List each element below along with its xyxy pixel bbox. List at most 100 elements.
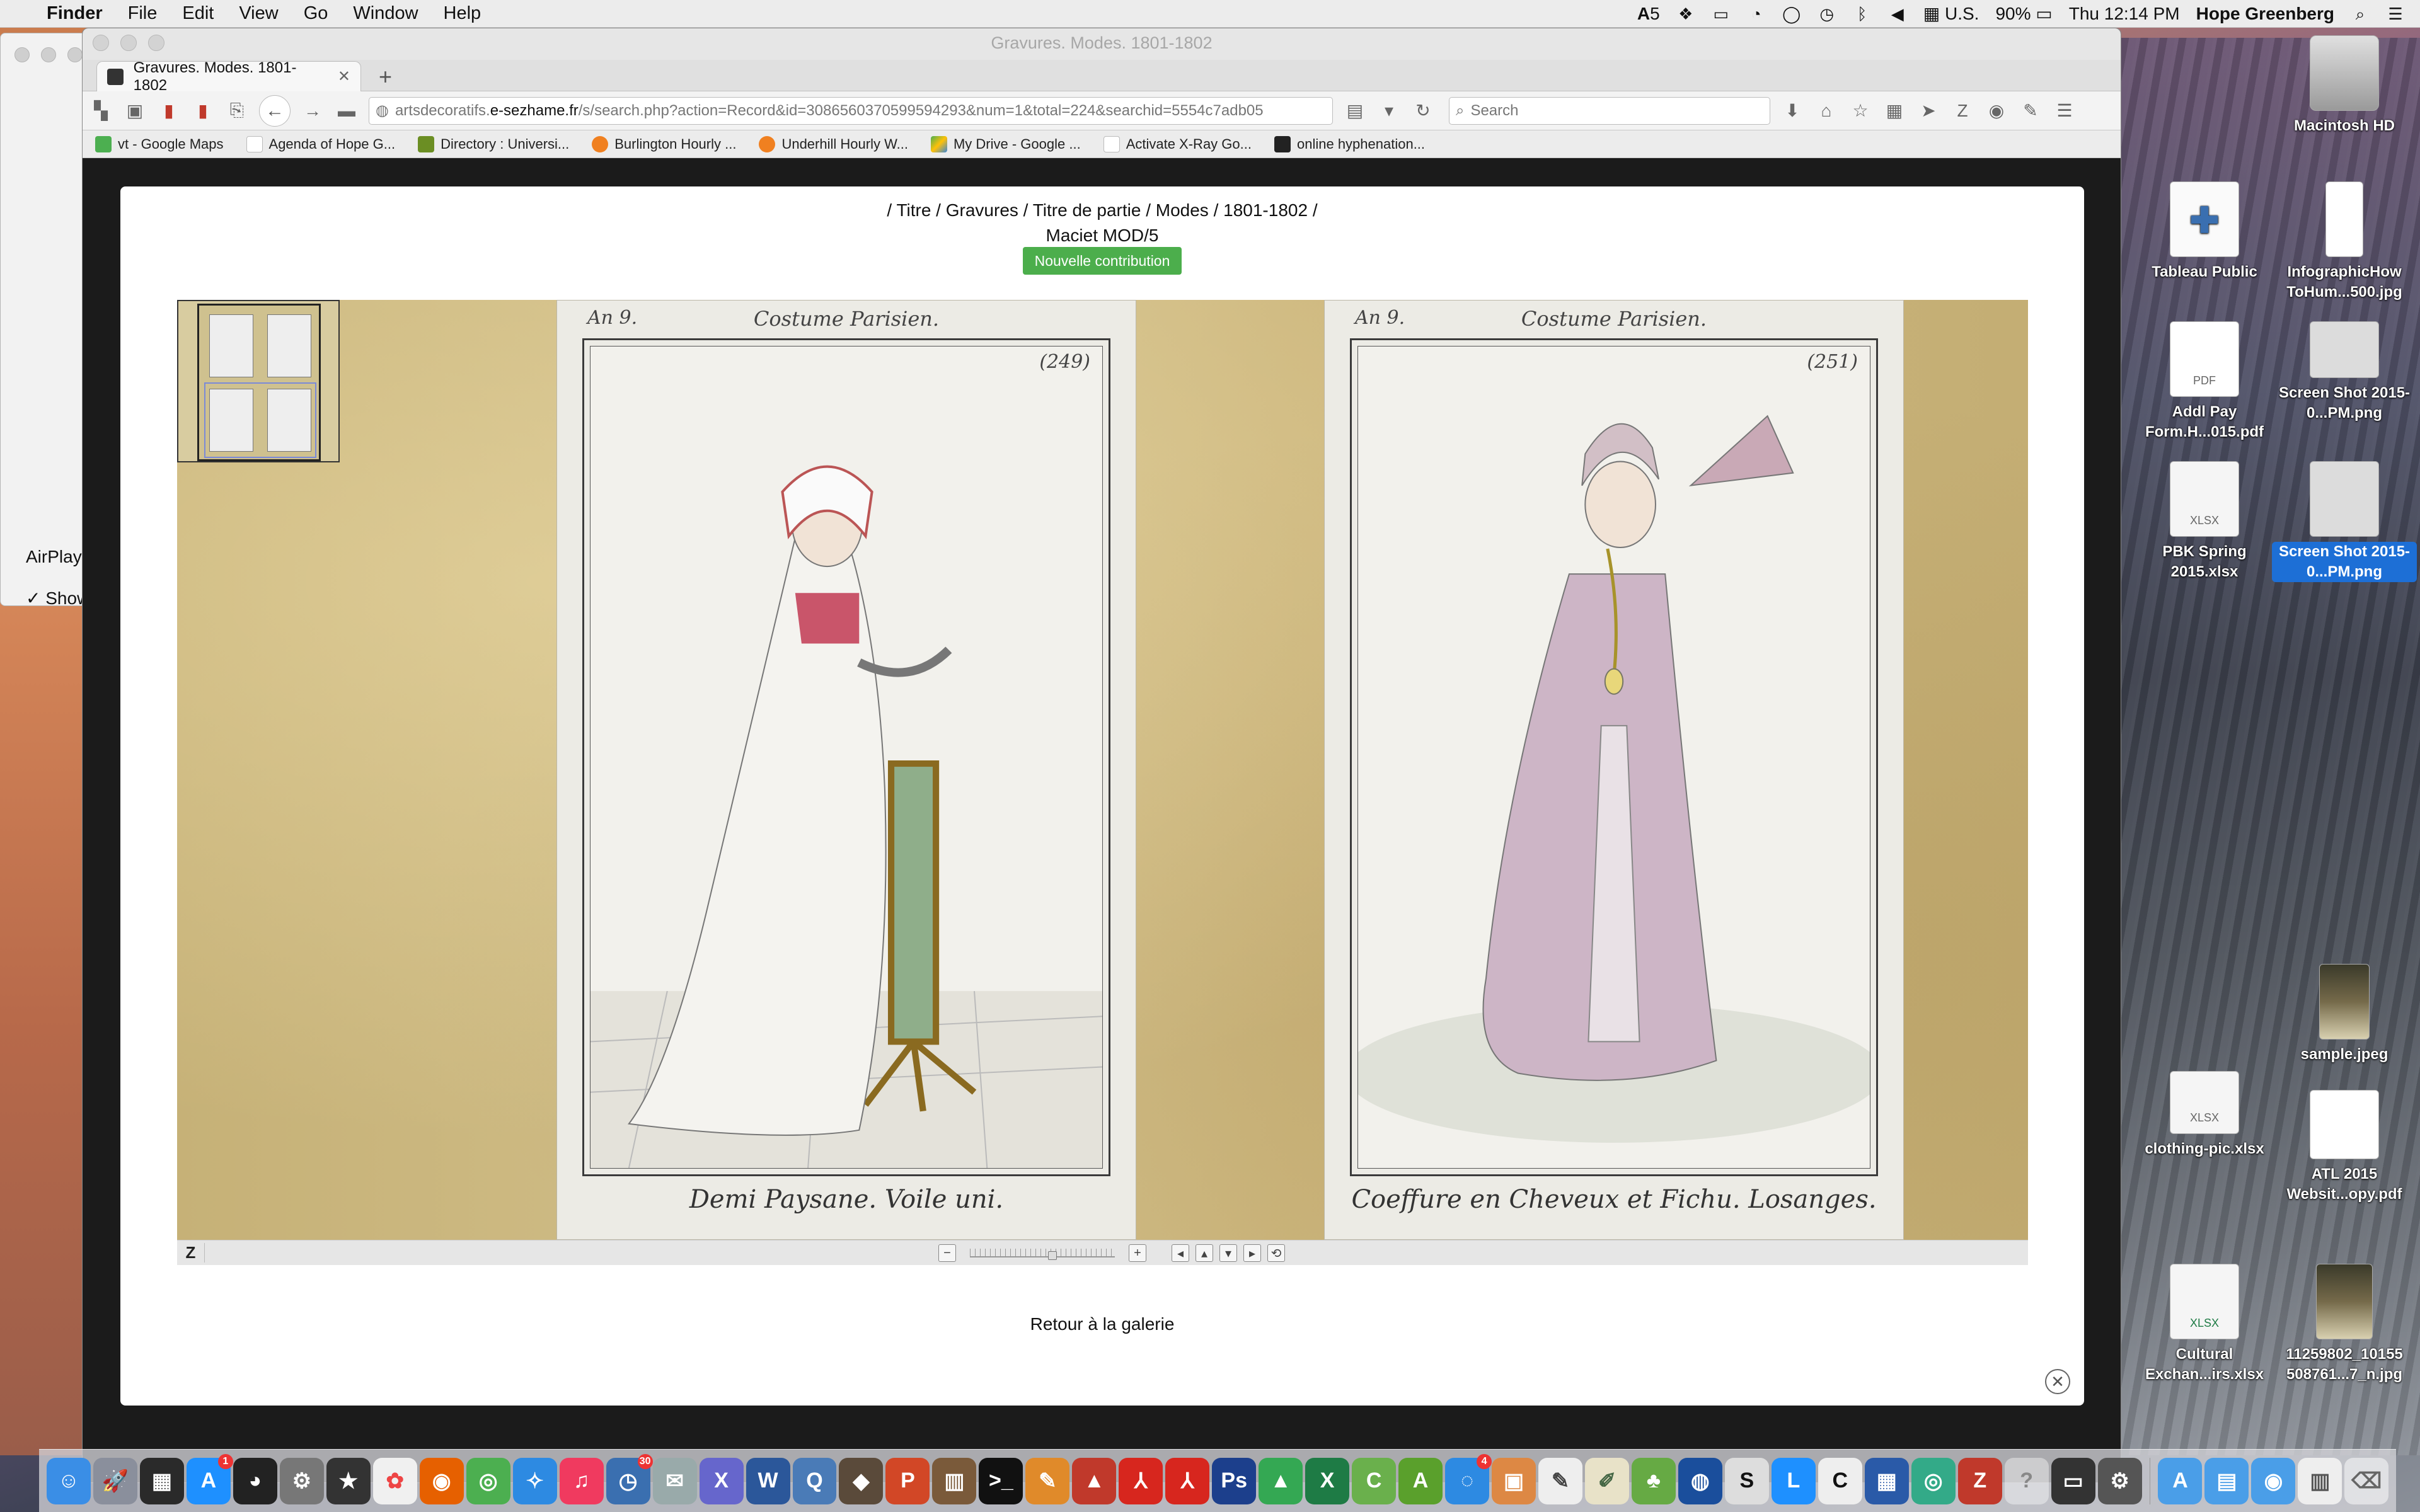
downloads-folder-icon[interactable]: ◉ xyxy=(2251,1457,2296,1504)
back-to-gallery-link[interactable]: Retour à la galerie xyxy=(120,1314,2084,1334)
desktop-icon-infographic[interactable]: InfographicHow ToHum...500.jpg xyxy=(2272,181,2417,302)
zoom-slider-knob[interactable] xyxy=(1048,1251,1057,1260)
calendar-icon[interactable]: ◷ 30 xyxy=(606,1453,653,1504)
turtle-icon[interactable]: ◆ xyxy=(839,1457,884,1504)
menu-edit[interactable]: Edit xyxy=(182,3,214,24)
word-icon[interactable]: W xyxy=(746,1457,790,1504)
notification-center-icon[interactable]: ☰ xyxy=(2386,6,2405,22)
navigator-viewport[interactable] xyxy=(197,304,321,461)
zoom-in-button[interactable]: + xyxy=(1129,1244,1146,1262)
acrobat-pro-icon[interactable]: ⅄ xyxy=(1165,1457,1210,1504)
pages-icon[interactable]: ✎ xyxy=(1025,1457,1070,1504)
zoom-slider[interactable] xyxy=(970,1249,1115,1260)
desktop-icon-addl-pay-pdf[interactable]: PDF Addl Pay Form.H...015.pdf xyxy=(2132,321,2277,442)
download-icon[interactable]: ⬇ xyxy=(1780,99,1804,123)
zotero-dock-icon[interactable]: Z xyxy=(1957,1457,2002,1504)
menu-go[interactable]: Go xyxy=(304,3,328,24)
photoshop-icon[interactable]: Ps xyxy=(1212,1457,1257,1504)
desktop-icon-pbk-spring[interactable]: XLSX PBK Spring 2015.xlsx xyxy=(2132,461,2277,582)
home-folder-icon[interactable]: ▬ xyxy=(335,99,359,123)
thumbnail-navigator[interactable] xyxy=(177,300,340,462)
desktop-icon-screenshot-2-selected[interactable]: Screen Shot 2015-0...PM.png xyxy=(2272,461,2417,582)
back-button[interactable]: ← xyxy=(259,94,291,127)
volume-icon[interactable]: ◀ xyxy=(1888,6,1907,22)
forward-button[interactable]: → xyxy=(301,99,325,123)
zoom-window-button[interactable] xyxy=(67,47,83,62)
script-icon[interactable]: ✐ xyxy=(1584,1457,1629,1504)
desktop-icon-tableau-public[interactable]: ✚ Tableau Public xyxy=(2132,181,2277,282)
preferences-icon[interactable]: ⚙ xyxy=(2097,1457,2142,1504)
app-window-icon[interactable]: ▣ xyxy=(1492,1457,1536,1504)
mission-control-icon[interactable]: ▦ xyxy=(139,1457,184,1504)
wifi-icon[interactable]: ◔ xyxy=(1747,6,1766,22)
itunes-icon[interactable]: ♫ xyxy=(559,1457,604,1504)
bookmark-item[interactable]: Agenda of Hope G... xyxy=(246,135,395,152)
network-icon[interactable]: ◎ xyxy=(1911,1457,1956,1504)
send-icon[interactable]: ➤ xyxy=(1916,99,1940,123)
finder-icon[interactable]: ☺ xyxy=(47,1457,91,1504)
pan-right-button[interactable]: ▸ xyxy=(1243,1244,1261,1262)
terminal-icon[interactable]: >_ xyxy=(979,1457,1023,1504)
zoom-out-button[interactable]: − xyxy=(938,1244,956,1262)
briefcase-icon[interactable]: ▣ xyxy=(123,99,147,123)
menu-file[interactable]: File xyxy=(128,3,158,24)
pan-down-button[interactable]: ▾ xyxy=(1219,1244,1237,1262)
time-machine-icon[interactable]: ◷ xyxy=(1818,6,1836,22)
pen-icon[interactable]: ✎ xyxy=(2019,99,2043,123)
messages-icon[interactable]: ◌ 4 xyxy=(1445,1453,1492,1504)
menu-view[interactable]: View xyxy=(239,3,278,24)
keynote-icon[interactable]: ▦ xyxy=(1864,1457,1909,1504)
excel-icon[interactable]: X xyxy=(1305,1457,1350,1504)
screen-capture-icon[interactable]: ▭ xyxy=(2051,1457,2095,1504)
ic-app-icon[interactable]: C xyxy=(1818,1457,1862,1504)
tab-groups-icon[interactable]: ▚ xyxy=(89,99,113,123)
menu-clock[interactable]: Thu 12:14 PM xyxy=(2069,4,2180,24)
help-icon[interactable]: ? xyxy=(2004,1457,2049,1504)
pocket-icon[interactable]: ▮ xyxy=(191,99,215,123)
bookmark-item[interactable]: My Drive - Google ... xyxy=(930,135,1081,152)
messages-status-icon[interactable]: ◯ xyxy=(1782,6,1801,22)
google-drive-icon[interactable]: ▲ xyxy=(1259,1457,1303,1504)
camtasia-icon[interactable]: C xyxy=(1352,1457,1397,1504)
zoom-image-viewer[interactable]: An 9. Costume Parisien. (249) Demi Paysa… xyxy=(177,300,2028,1240)
menu-user[interactable]: Hope Greenberg xyxy=(2196,4,2334,24)
star-icon[interactable]: ☆ xyxy=(1848,99,1872,123)
desktop-icon-clothing-pic[interactable]: XLSX clothing-pic.xlsx xyxy=(2132,1071,2277,1159)
menu-app-finder[interactable]: Finder xyxy=(47,3,103,24)
spotlight-search-icon[interactable]: ⌕ xyxy=(2351,6,2370,22)
close-lightbox-button[interactable]: ✕ xyxy=(2045,1369,2070,1394)
menu-hamburger-icon[interactable]: ☰ xyxy=(2053,99,2077,123)
system-preferences-icon[interactable]: ⚙ xyxy=(279,1457,324,1504)
share-icon[interactable]: ⎘ xyxy=(225,99,249,123)
minimize-window-button[interactable] xyxy=(41,47,56,62)
applications-folder-icon[interactable]: A xyxy=(2158,1457,2203,1504)
bookmark-item[interactable]: vt - Google Maps xyxy=(95,135,224,152)
bookmark-item[interactable]: Directory : Universi... xyxy=(418,135,569,152)
reload-icon[interactable]: ↻ xyxy=(1411,99,1435,123)
close-tab-icon[interactable]: ✕ xyxy=(338,67,350,86)
launchpad-icon[interactable]: 🚀 xyxy=(93,1457,137,1504)
browser-titlebar[interactable]: Gravures. Modes. 1801-1802 xyxy=(83,28,2121,60)
battery-status[interactable]: 90% ▭ xyxy=(1995,3,2052,24)
trash-icon[interactable]: ⌫ xyxy=(2344,1457,2389,1504)
reader-view-icon[interactable]: ▤ xyxy=(1343,99,1367,123)
airplay-icon[interactable]: ▭ xyxy=(1712,6,1731,22)
dropbox-icon[interactable]: ❖ xyxy=(1676,6,1695,22)
new-contribution-button[interactable]: Nouvelle contribution xyxy=(1023,247,1182,275)
books-icon[interactable]: ▥ xyxy=(932,1457,977,1504)
zoomify-logo[interactable]: Z xyxy=(177,1243,205,1263)
zotero-icon[interactable]: Z xyxy=(1950,99,1974,123)
bookmark-red-icon[interactable]: ▮ xyxy=(157,99,181,123)
pan-up-button[interactable]: ▴ xyxy=(1196,1244,1213,1262)
dropdown-arrow-icon[interactable]: ▾ xyxy=(1377,99,1401,123)
desktop-icon-macintosh-hd[interactable]: Macintosh HD xyxy=(2272,35,2417,136)
text-edit-icon[interactable]: ✎ xyxy=(1538,1457,1582,1504)
new-tab-button[interactable]: + xyxy=(379,64,392,90)
presentation-icon[interactable]: ▲ xyxy=(1072,1457,1117,1504)
chat-icon[interactable]: ◉ xyxy=(1985,99,2008,123)
bookmark-item[interactable]: online hyphenation... xyxy=(1274,135,1425,152)
imovie-star-icon[interactable]: ★ xyxy=(326,1457,371,1504)
menu-window[interactable]: Window xyxy=(353,3,418,24)
bookmark-item[interactable]: Activate X-Ray Go... xyxy=(1103,135,1252,152)
safari-icon[interactable]: ✧ xyxy=(512,1457,557,1504)
